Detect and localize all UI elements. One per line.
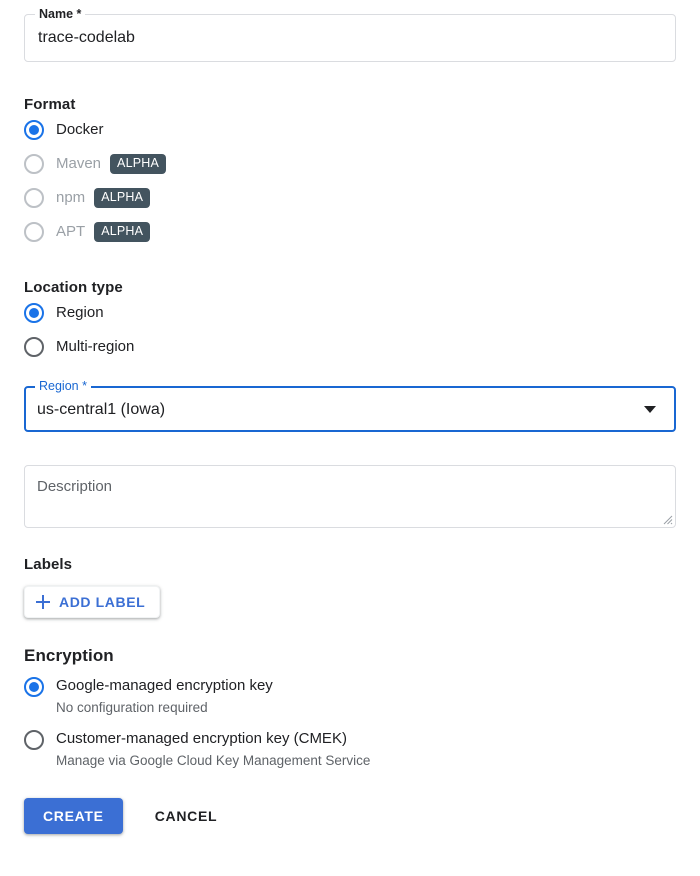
location-type-section-title: Location type — [24, 279, 676, 296]
format-section-title: Format — [24, 96, 676, 113]
encryption-option-cmek-text: Customer-managed encryption key (CMEK) M… — [56, 729, 370, 770]
description-placeholder: Description — [37, 477, 112, 497]
radio-icon-npm — [24, 188, 44, 208]
format-option-maven-label: Maven — [56, 154, 101, 174]
create-repository-form: Name * trace-codelab Format Docker Maven… — [0, 0, 700, 876]
labels-section-title: Labels — [24, 556, 676, 573]
format-option-docker[interactable]: Docker — [24, 113, 676, 147]
name-input[interactable]: trace-codelab — [38, 27, 661, 49]
encryption-option-google-managed-label: Google-managed encryption key — [56, 676, 273, 696]
name-field[interactable]: Name * trace-codelab — [24, 14, 676, 62]
encryption-option-google-managed-caption: No configuration required — [56, 699, 273, 717]
encryption-option-cmek[interactable]: Customer-managed encryption key (CMEK) M… — [24, 729, 676, 770]
format-option-apt-label: APT — [56, 222, 85, 242]
add-label-button-label: ADD LABEL — [59, 594, 145, 610]
encryption-option-cmek-caption: Manage via Google Cloud Key Management S… — [56, 752, 370, 770]
format-option-maven: Maven ALPHA — [24, 147, 676, 181]
encryption-section-title: Encryption — [24, 646, 676, 666]
form-actions: CREATE CANCEL — [24, 798, 676, 834]
radio-icon-docker[interactable] — [24, 120, 44, 140]
cancel-button[interactable]: CANCEL — [145, 798, 228, 834]
location-type-option-multi-region-label: Multi-region — [56, 337, 134, 357]
alpha-badge-maven: ALPHA — [110, 154, 166, 174]
radio-icon-region[interactable] — [24, 303, 44, 323]
radio-icon-multi-region[interactable] — [24, 337, 44, 357]
encryption-option-google-managed-text: Google-managed encryption key No configu… — [56, 676, 273, 717]
region-select[interactable]: Region * us-central1 (Iowa) — [24, 386, 676, 432]
description-textarea[interactable]: Description — [24, 465, 676, 528]
encryption-option-cmek-label: Customer-managed encryption key (CMEK) — [56, 729, 370, 749]
region-select-label: Region * — [35, 379, 91, 393]
radio-icon-apt — [24, 222, 44, 242]
radio-icon-cmek[interactable] — [24, 730, 44, 750]
format-option-apt: APT ALPHA — [24, 215, 676, 249]
plus-icon — [36, 595, 50, 609]
format-option-npm-label: npm — [56, 188, 85, 208]
radio-icon-google-managed[interactable] — [24, 677, 44, 697]
format-option-npm: npm ALPHA — [24, 181, 676, 215]
resize-grip-icon[interactable] — [661, 513, 673, 525]
alpha-badge-apt: ALPHA — [94, 222, 150, 242]
add-label-button[interactable]: ADD LABEL — [24, 586, 160, 618]
location-type-option-region-label: Region — [56, 303, 104, 323]
region-select-value: us-central1 (Iowa) — [37, 399, 165, 421]
location-type-option-region[interactable]: Region — [24, 296, 676, 330]
form-content: Name * trace-codelab Format Docker Maven… — [0, 14, 700, 834]
location-type-option-multi-region[interactable]: Multi-region — [24, 330, 676, 364]
alpha-badge-npm: ALPHA — [94, 188, 150, 208]
format-option-docker-label: Docker — [56, 120, 104, 140]
radio-icon-maven — [24, 154, 44, 174]
create-button[interactable]: CREATE — [24, 798, 123, 834]
name-field-label: Name * — [35, 7, 85, 21]
chevron-down-icon[interactable] — [644, 406, 656, 413]
encryption-option-google-managed[interactable]: Google-managed encryption key No configu… — [24, 676, 676, 717]
